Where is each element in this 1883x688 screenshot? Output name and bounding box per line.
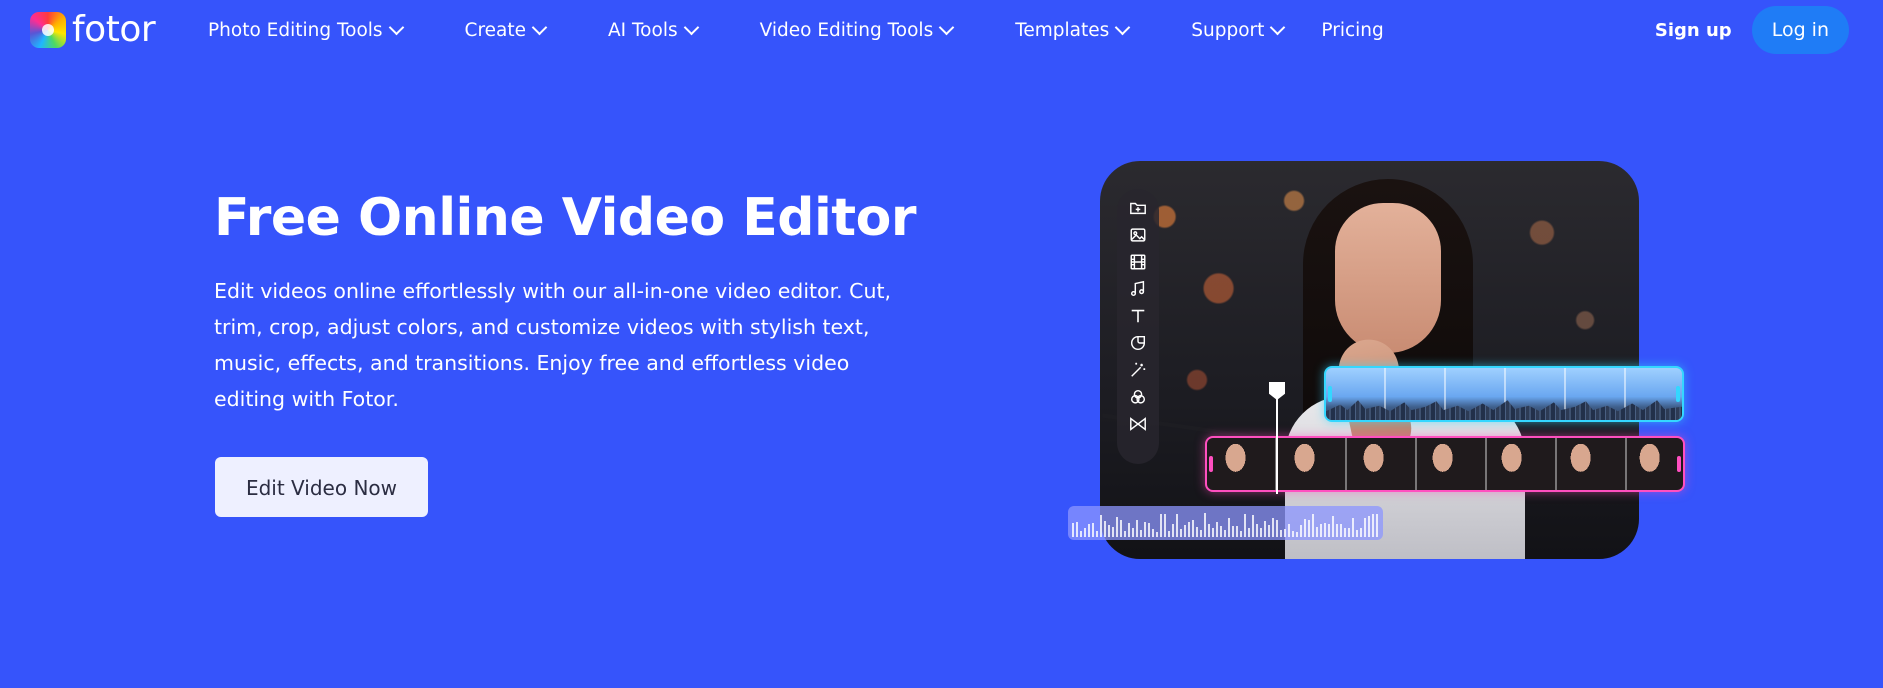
film-icon[interactable] <box>1127 251 1149 273</box>
magic-wand-icon[interactable] <box>1127 359 1149 381</box>
edit-video-now-button[interactable]: Edit Video Now <box>215 457 428 517</box>
nav-templates[interactable]: Templates <box>1015 19 1131 41</box>
fotor-logo-icon <box>30 12 66 48</box>
woman-portrait <box>1285 161 1525 559</box>
filter-icon[interactable] <box>1127 386 1149 408</box>
face-shape <box>1335 203 1441 353</box>
city-video-clip[interactable] <box>1324 366 1684 422</box>
logo-text: fotor <box>72 9 156 50</box>
nav-label: Video Editing Tools <box>759 19 934 41</box>
clip-trim-handle-left[interactable] <box>1328 386 1332 402</box>
chevron-down-icon <box>1115 19 1131 36</box>
nav-ai-tools[interactable]: AI Tools <box>608 19 699 41</box>
nav-label: Support <box>1191 19 1265 41</box>
portrait-thumbnails <box>1207 438 1683 490</box>
text-icon[interactable] <box>1127 305 1149 327</box>
nav-support[interactable]: Support <box>1191 19 1286 41</box>
clip-trim-handle-left[interactable] <box>1209 456 1213 472</box>
sticker-icon[interactable] <box>1127 332 1149 354</box>
chevron-down-icon <box>683 19 699 36</box>
auth-links: Sign up Log in <box>1655 6 1849 54</box>
audio-waveform <box>1072 513 1378 537</box>
chevron-down-icon <box>938 19 955 36</box>
site-header: fotor Photo Editing Tools Create AI Tool… <box>0 0 1883 60</box>
fotor-logo[interactable]: fotor <box>30 9 156 50</box>
audio-track[interactable] <box>1068 506 1383 540</box>
nav-video-editing-tools[interactable]: Video Editing Tools <box>759 19 955 41</box>
nav-label: AI Tools <box>608 19 678 41</box>
nav-label: Create <box>464 19 527 41</box>
clip-trim-handle-right[interactable] <box>1676 386 1680 402</box>
hero-description: Edit videos online effortlessly with our… <box>214 279 892 411</box>
sign-up-link[interactable]: Sign up <box>1655 20 1732 41</box>
clip-trim-handle-right[interactable] <box>1677 456 1681 472</box>
nav-create[interactable]: Create <box>464 19 548 41</box>
editor-toolbar <box>1117 189 1159 464</box>
nav-pricing[interactable]: Pricing <box>1321 20 1383 41</box>
nav-photo-editing-tools[interactable]: Photo Editing Tools <box>208 19 404 41</box>
nav-label: Templates <box>1015 19 1110 41</box>
chevron-down-icon <box>531 19 548 36</box>
chevron-down-icon <box>1270 19 1286 36</box>
video-preview-image <box>1100 161 1639 559</box>
folder-plus-icon[interactable] <box>1127 197 1149 219</box>
image-icon[interactable] <box>1127 224 1149 246</box>
music-icon[interactable] <box>1127 278 1149 300</box>
nav-label: Pricing <box>1321 19 1384 41</box>
main-nav: Photo Editing Tools Create AI Tools Vide… <box>208 18 1384 42</box>
log-in-button[interactable]: Log in <box>1751 6 1849 54</box>
hero-title: Free Online Video Editor <box>214 188 917 248</box>
transition-icon[interactable] <box>1127 413 1149 435</box>
nav-label: Photo Editing Tools <box>208 19 383 41</box>
chevron-down-icon <box>388 19 404 36</box>
